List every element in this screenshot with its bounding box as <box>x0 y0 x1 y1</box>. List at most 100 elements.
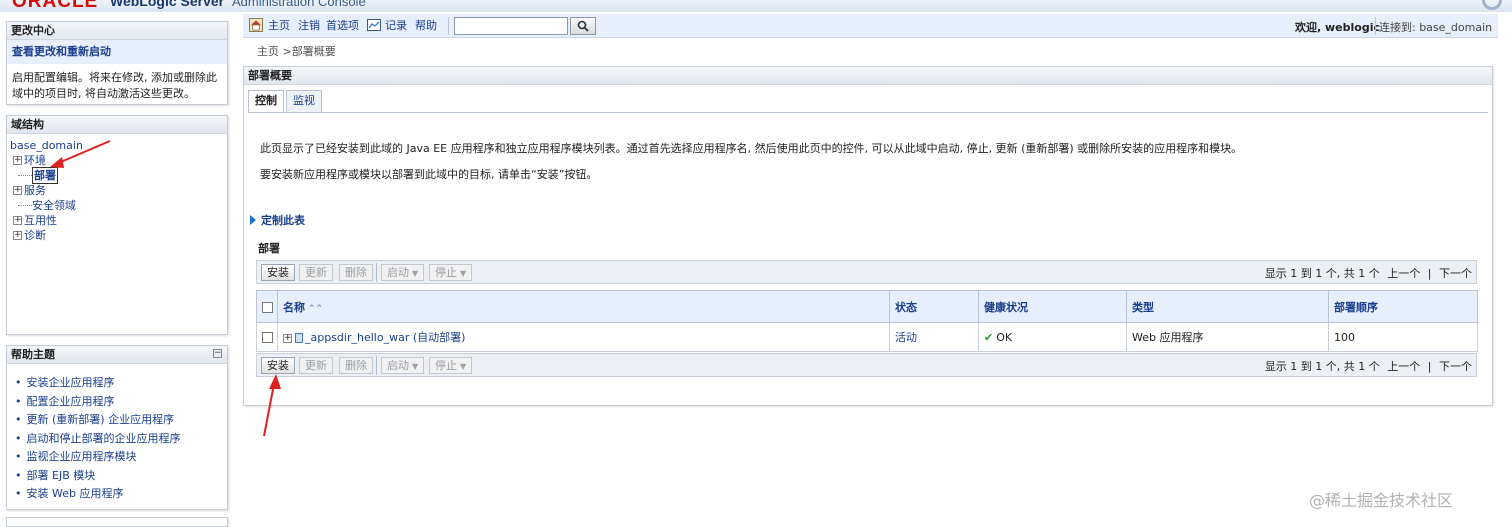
row-state-cell: 活动 <box>889 322 979 352</box>
tree-item-label[interactable]: 互用性 <box>24 213 57 228</box>
delete-button[interactable]: 删除 <box>339 264 373 281</box>
tab-underline <box>248 112 1488 113</box>
tree-item-label[interactable]: 安全领域 <box>32 198 76 213</box>
pager-next-link[interactable]: 下一个 <box>1439 360 1472 373</box>
expand-icon[interactable]: + <box>13 186 22 195</box>
help-topic-link[interactable]: 更新 (重新部署) 企业应用程序 <box>15 411 227 430</box>
preferences-link[interactable]: 首选项 <box>326 19 359 33</box>
column-header-label: 名称 <box>283 300 305 314</box>
row-checkbox[interactable] <box>262 332 273 343</box>
logout-link[interactable]: 注销 <box>298 19 320 33</box>
column-header-type[interactable]: 类型 <box>1126 290 1329 323</box>
install-button[interactable]: 安装 <box>261 264 295 281</box>
pager-summary: 显示 1 到 1 个, 共 1 个 <box>1264 360 1380 373</box>
select-all-cell <box>256 290 278 323</box>
welcome-user-label: 欢迎, weblogic <box>1295 21 1380 34</box>
help-topic-link[interactable]: 配置企业应用程序 <box>15 393 227 412</box>
sort-ascending-icon[interactable]: ⌃⌃ <box>308 304 323 314</box>
update-button[interactable]: 更新 <box>299 264 333 281</box>
refresh-icon[interactable] <box>1482 0 1502 10</box>
help-topic-link[interactable]: 启动和停止部署的企业应用程序 <box>15 430 227 449</box>
table-action-bar-bottom: 安装 更新 删除 启动 ▼ 停止 ▼ 显示 1 到 1 个, 共 1 个 上一个 |… <box>256 353 1477 377</box>
tree-item-label[interactable]: 诊断 <box>24 228 46 243</box>
record-link[interactable]: 记录 <box>385 19 407 33</box>
column-header-health[interactable]: 健康状况 <box>978 290 1127 323</box>
deployments-table-heading: 部署 <box>258 242 280 255</box>
expand-icon[interactable]: + <box>13 156 22 165</box>
next-panel-edge <box>6 517 228 527</box>
breadcrumb-current: 部署概要 <box>291 45 336 58</box>
start-button-label: 启动 <box>387 266 409 279</box>
help-topics-list: 安装企业应用程序 配置企业应用程序 更新 (重新部署) 企业应用程序 启动和停止… <box>7 364 227 504</box>
tree-item-services[interactable]: + 服务 <box>10 183 227 198</box>
search-icon <box>577 20 589 32</box>
table-header-row: 名称 ⌃⌃ 状态 健康状况 类型 部署顺序 <box>256 290 1478 323</box>
search-button[interactable] <box>570 17 596 35</box>
stop-button-label: 停止 <box>435 266 457 279</box>
column-header-state[interactable]: 状态 <box>889 290 979 323</box>
pager-previous-link[interactable]: 上一个 <box>1387 360 1420 373</box>
web-app-icon <box>295 333 303 343</box>
customize-table-link[interactable]: 定制此表 <box>250 212 305 228</box>
breadcrumb: 主页 >部署概要 <box>257 43 336 59</box>
tree-item-label[interactable]: 服务 <box>24 183 46 198</box>
collapse-icon[interactable]: − <box>213 349 222 358</box>
stop-dropdown-button[interactable]: 停止 ▼ <box>429 357 473 374</box>
tree-item-diagnostics[interactable]: + 诊断 <box>10 228 227 243</box>
deployment-name-link[interactable]: _appsdir_hello_war (自动部署) <box>305 331 465 344</box>
deployments-table: 名称 ⌃⌃ 状态 健康状况 类型 部署顺序 + _appsdir_hello_war… <box>256 290 1478 352</box>
install-button[interactable]: 安装 <box>261 357 295 374</box>
chevron-down-icon: ▼ <box>412 362 419 371</box>
table-action-bar-top: 安装 更新 删除 启动 ▼ 停止 ▼ 显示 1 到 1 个, 共 1 个 上一个 |… <box>256 260 1477 284</box>
home-link[interactable]: 主页 <box>268 19 290 33</box>
column-header-name[interactable]: 名称 ⌃⌃ <box>277 290 890 323</box>
tree-item-label[interactable]: 环境 <box>24 153 46 168</box>
start-dropdown-button[interactable]: 启动 ▼ <box>381 357 425 374</box>
oracle-logo: ORACLE <box>12 0 99 12</box>
help-topic-link[interactable]: 部署 EJB 模块 <box>15 467 227 486</box>
change-center-desc-line: 启用配置编辑。将来在修改, 添加或删除此 <box>12 71 217 84</box>
page-title: 部署概要 <box>244 67 1492 85</box>
view-changes-restart-link[interactable]: 查看更改和重新启动 <box>7 40 227 64</box>
tree-item-label[interactable]: 部署 <box>32 167 58 184</box>
start-button-label: 启动 <box>387 359 409 372</box>
tree-item-deployments[interactable]: 部署 <box>10 167 227 184</box>
select-all-checkbox[interactable] <box>262 301 273 313</box>
expand-triangle-icon <box>250 215 256 225</box>
record-icon[interactable] <box>367 19 381 31</box>
tree-item-interoperability[interactable]: + 互用性 <box>10 213 227 228</box>
chevron-down-icon: ▼ <box>460 269 467 278</box>
tab-monitoring[interactable]: 监视 <box>286 90 322 112</box>
change-center-desc-line: 域中的项目时, 将自动激活这些更改。 <box>12 87 195 100</box>
expand-icon[interactable]: + <box>13 216 22 225</box>
console-name: Administration Console <box>232 0 366 9</box>
help-topic-link[interactable]: 安装 Web 应用程序 <box>15 485 227 504</box>
pager-separator: | <box>1427 267 1432 280</box>
pager-previous-link[interactable]: 上一个 <box>1387 267 1420 280</box>
pager-next-link[interactable]: 下一个 <box>1439 267 1472 280</box>
tab-control[interactable]: 控制 <box>248 90 284 112</box>
search-input[interactable] <box>454 17 568 35</box>
customize-table-label[interactable]: 定制此表 <box>261 212 305 228</box>
expand-icon[interactable]: + <box>13 231 22 240</box>
toolbar-divider <box>376 263 377 282</box>
home-icon[interactable] <box>249 18 263 32</box>
help-topic-link[interactable]: 监视企业应用程序模块 <box>15 448 227 467</box>
update-button[interactable]: 更新 <box>299 357 333 374</box>
deployment-state-link[interactable]: 活动 <box>895 331 917 344</box>
help-topics-panel: 帮助主题 − 安装企业应用程序 配置企业应用程序 更新 (重新部署) 企业应用程… <box>6 345 228 510</box>
help-topic-link[interactable]: 安装企业应用程序 <box>15 374 227 393</box>
pager-bottom: 显示 1 到 1 个, 共 1 个 上一个 | 下一个 <box>1261 358 1472 374</box>
delete-button[interactable]: 删除 <box>339 357 373 374</box>
tree-root-base-domain[interactable]: base_domain <box>10 138 83 153</box>
start-dropdown-button[interactable]: 启动 ▼ <box>381 264 425 281</box>
row-name-cell: + _appsdir_hello_war (自动部署) <box>277 322 890 352</box>
breadcrumb-home-link[interactable]: 主页 <box>257 45 279 58</box>
tree-item-security-realms[interactable]: 安全领域 <box>10 198 227 213</box>
stop-dropdown-button[interactable]: 停止 ▼ <box>429 264 473 281</box>
column-header-deployment-order[interactable]: 部署顺序 <box>1328 290 1478 323</box>
expand-icon[interactable]: + <box>283 333 292 343</box>
domain-structure-panel: 域结构 base_domain + 环境 部署 + 服务 安全领域 + 互用性 + 诊断 <box>6 115 228 335</box>
tree-item-environment[interactable]: + 环境 <box>10 153 227 168</box>
help-link[interactable]: 帮助 <box>415 19 437 33</box>
